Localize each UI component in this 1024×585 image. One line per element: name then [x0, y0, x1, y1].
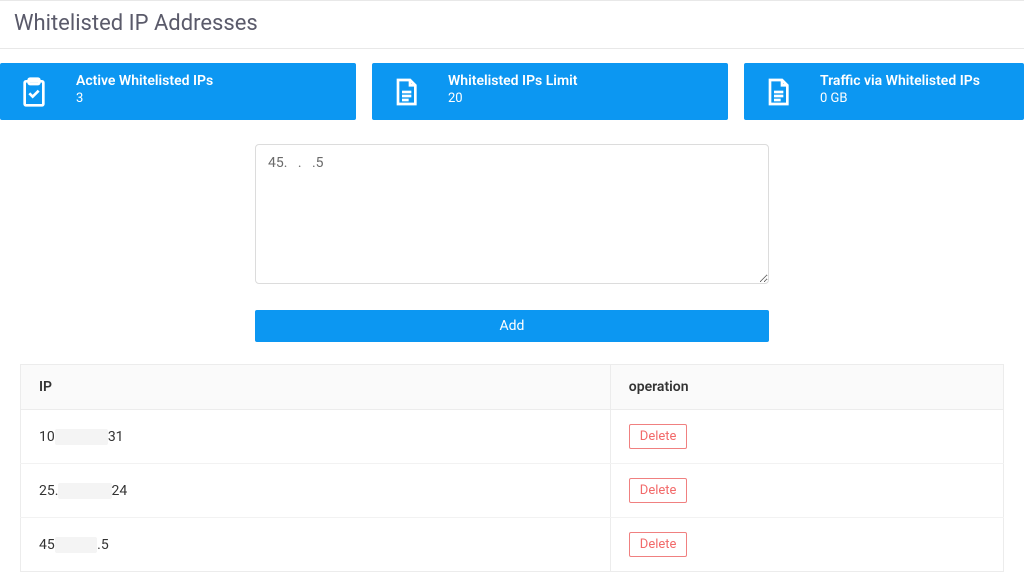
stat-value: 20 [448, 91, 577, 106]
ip-table-wrapper: IP operation 10xxx.xxx.31 Delete 25.xxx.… [20, 364, 1004, 572]
stat-card-traffic: Traffic via Whitelisted IPs 0 GB [744, 63, 1024, 120]
table-header-row: IP operation [21, 365, 1004, 410]
page-title: Whitelisted IP Addresses [14, 11, 1010, 36]
delete-button[interactable]: Delete [629, 424, 688, 449]
document-icon [390, 76, 422, 108]
table-row: 10xxx.xxx.31 Delete [21, 410, 1004, 464]
stat-label: Whitelisted IPs Limit [448, 72, 577, 90]
table-row: 45xxx.xx.5 Delete [21, 518, 1004, 572]
ip-table: IP operation 10xxx.xxx.31 Delete 25.xxx.… [20, 364, 1004, 572]
ip-input-textarea[interactable] [255, 144, 769, 284]
stat-label: Traffic via Whitelisted IPs [820, 72, 980, 90]
stat-text: Active Whitelisted IPs 3 [76, 72, 213, 106]
stat-card-active: Active Whitelisted IPs 3 [0, 63, 356, 120]
clipboard-check-icon [18, 76, 50, 108]
ip-cell: 10xxx.xxx.31 [21, 410, 611, 464]
stat-label: Active Whitelisted IPs [76, 72, 213, 90]
stat-value: 0 GB [820, 91, 980, 106]
operation-cell: Delete [610, 464, 1003, 518]
stat-card-limit: Whitelisted IPs Limit 20 [372, 63, 728, 120]
operation-cell: Delete [610, 518, 1003, 572]
ip-cell: 45xxx.xx.5 [21, 518, 611, 572]
stat-value: 3 [76, 91, 213, 106]
operation-cell: Delete [610, 410, 1003, 464]
add-button[interactable]: Add [255, 310, 769, 342]
page-header: Whitelisted IP Addresses [0, 0, 1024, 49]
add-ip-form: Add [0, 120, 1024, 342]
stat-text: Whitelisted IPs Limit 20 [448, 72, 577, 106]
table-row: 25.xxx.xxx.24 Delete [21, 464, 1004, 518]
column-header-operation: operation [610, 365, 1003, 410]
ip-cell: 25.xxx.xxx.24 [21, 464, 611, 518]
delete-button[interactable]: Delete [629, 478, 688, 503]
column-header-ip: IP [21, 365, 611, 410]
document-icon [762, 76, 794, 108]
stat-cards-row: Active Whitelisted IPs 3 Whitelisted IPs… [0, 49, 1024, 120]
stat-text: Traffic via Whitelisted IPs 0 GB [820, 72, 980, 106]
delete-button[interactable]: Delete [629, 532, 688, 557]
